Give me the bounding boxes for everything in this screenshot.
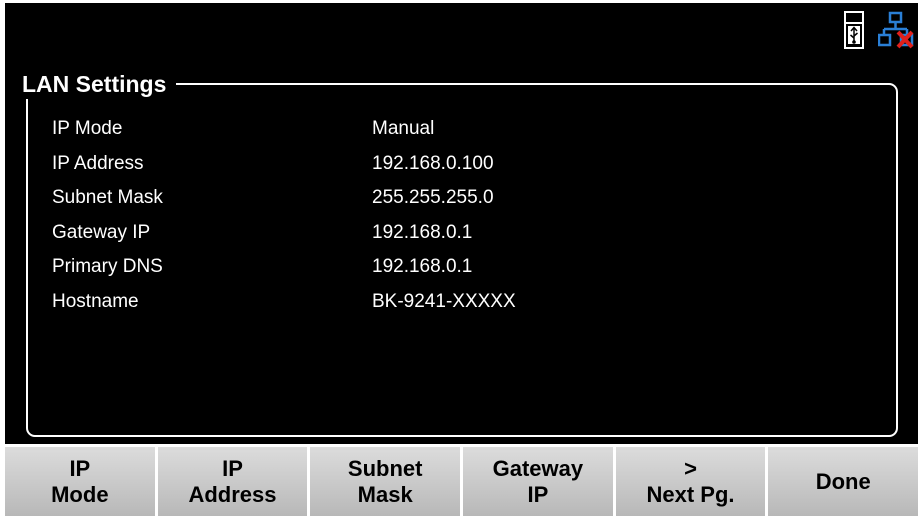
network-disconnected-icon: [878, 11, 914, 49]
softkey-label-line1: Subnet: [347, 455, 423, 481]
settings-list: IP Mode Manual IP Address 192.168.0.100 …: [52, 112, 652, 320]
panel-title: LAN Settings: [20, 69, 177, 99]
setting-value: 192.168.0.1: [372, 256, 473, 278]
setting-label: Primary DNS: [52, 256, 163, 278]
setting-row-ip-mode: IP Mode Manual: [52, 112, 652, 147]
ip-address-softkey[interactable]: IP Address: [157, 447, 308, 516]
setting-label: IP Mode: [52, 118, 123, 139]
subnet-mask-softkey[interactable]: Subnet Mask: [310, 447, 461, 516]
setting-row-hostname: Hostname BK-9241-XXXXX: [52, 285, 652, 320]
setting-value: 192.168.0.1: [372, 221, 473, 243]
status-bar: [844, 7, 914, 53]
setting-row-subnet-mask: Subnet Mask 255.255.255.0: [52, 181, 652, 216]
setting-value: 192.168.0.100: [372, 152, 494, 174]
usb-drive-icon: [844, 11, 864, 49]
setting-label: Subnet Mask: [52, 187, 163, 209]
setting-value: Manual: [372, 118, 435, 139]
setting-label: IP Address: [52, 152, 144, 174]
softkey-bar: IP Mode IP Address Subnet Mask Gateway I…: [5, 447, 919, 516]
setting-row-gateway-ip: Gateway IP 192.168.0.1: [52, 216, 652, 251]
done-softkey[interactable]: Done: [768, 447, 919, 516]
next-page-softkey[interactable]: > Next Pg.: [615, 447, 766, 516]
gateway-ip-softkey[interactable]: Gateway IP: [463, 447, 613, 516]
setting-label: Gateway IP: [52, 221, 151, 243]
setting-label: Hostname: [52, 290, 139, 312]
softkey-label-line2: Mode: [51, 481, 109, 507]
softkey-label-line2: Address: [188, 481, 277, 507]
softkey-label-line2: Mask: [357, 481, 413, 507]
softkey-label-line2: IP: [527, 481, 549, 507]
setting-row-ip-address: IP Address 192.168.0.100: [52, 147, 652, 182]
softkey-label-line1: IP: [69, 455, 91, 481]
softkey-label-line1: IP: [222, 455, 243, 481]
setting-value: 255.255.255.0: [372, 187, 494, 209]
setting-row-primary-dns: Primary DNS 192.168.0.1: [52, 250, 652, 285]
ip-mode-softkey[interactable]: IP Mode: [5, 447, 155, 516]
softkey-label-line1: Gateway: [492, 455, 584, 481]
softkey-label-line2: Next Pg.: [646, 481, 735, 507]
softkey-label-line1: >: [684, 455, 697, 481]
setting-value: BK-9241-XXXXX: [372, 290, 516, 312]
softkey-label-line1: Done: [815, 468, 871, 494]
instrument-screen: LAN Settings IP Mode Manual IP Address 1…: [0, 0, 923, 519]
